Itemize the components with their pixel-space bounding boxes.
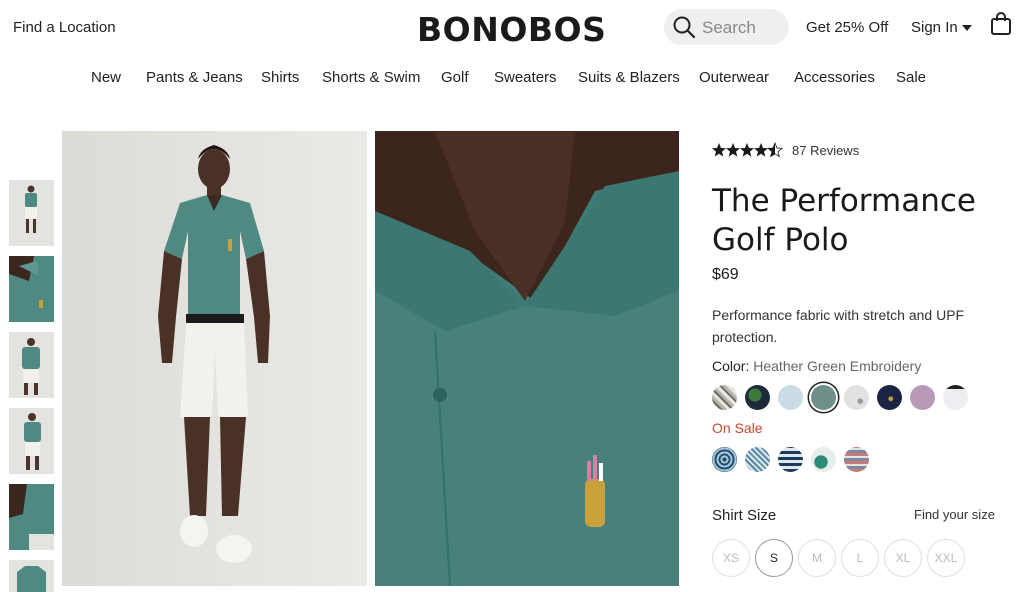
- thumbnail-image: [9, 332, 54, 398]
- nav-item-shirts[interactable]: Shirts: [261, 69, 299, 86]
- nav-item-accessories[interactable]: Accessories: [794, 69, 875, 86]
- star-icon: [754, 143, 768, 157]
- color-label-text: Color:: [712, 358, 750, 374]
- search-placeholder: Search: [702, 18, 756, 37]
- thumbnail-image: [9, 484, 54, 550]
- product-image-closeup[interactable]: [375, 131, 679, 586]
- color-swatch[interactable]: [712, 385, 737, 410]
- nav-item-suits-blazers[interactable]: Suits & Blazers: [578, 69, 680, 86]
- nav-item-shorts-swim[interactable]: Shorts & Swim: [322, 69, 420, 86]
- bag-icon[interactable]: [990, 12, 1012, 36]
- star-icon: [712, 143, 726, 157]
- star-icon: [767, 142, 783, 158]
- size-option-xl[interactable]: XL: [884, 539, 922, 577]
- product-title: The Performance Golf Polo: [712, 183, 976, 258]
- color-swatch[interactable]: [778, 385, 803, 410]
- thumbnail-image: [9, 560, 54, 592]
- product-thumbnail[interactable]: [9, 408, 54, 474]
- golf-bag-embroidery: [585, 455, 605, 527]
- product-thumbnail[interactable]: [9, 484, 54, 550]
- thumbnail-image: [9, 256, 54, 322]
- reviews-link[interactable]: 87 Reviews: [792, 143, 859, 158]
- color-swatch-selected[interactable]: [811, 385, 836, 410]
- color-swatch[interactable]: [877, 385, 902, 410]
- nav-item-golf[interactable]: Golf: [441, 69, 469, 86]
- thumbnail-image: [9, 408, 54, 474]
- thumbnail-image: [9, 180, 54, 246]
- star-icon: [740, 143, 754, 157]
- product-image-model[interactable]: [62, 131, 367, 586]
- shirt-size-label: Shirt Size: [712, 507, 777, 524]
- nav-item-sweaters[interactable]: Sweaters: [494, 69, 557, 86]
- product-thumbnail[interactable]: [9, 560, 54, 592]
- search-icon: [673, 16, 696, 39]
- nav-item-sale[interactable]: Sale: [896, 69, 926, 86]
- color-swatch[interactable]: [844, 385, 869, 410]
- star-icon: [726, 143, 740, 157]
- color-value: Heather Green Embroidery: [753, 358, 922, 374]
- sign-in-link[interactable]: Sign In: [911, 19, 958, 36]
- model-illustration: [62, 131, 367, 586]
- sale-color-swatch[interactable]: [844, 447, 869, 472]
- top-bar: Find a Location BONOBOS Search Get 25% O…: [0, 0, 1024, 56]
- nav-item-pants-jeans[interactable]: Pants & Jeans: [146, 69, 243, 86]
- promo-link[interactable]: Get 25% Off: [806, 19, 888, 36]
- product-description: Performance fabric with stretch and UPF …: [712, 307, 965, 345]
- rating-stars[interactable]: [712, 142, 784, 158]
- nav-item-outerwear[interactable]: Outerwear: [699, 69, 769, 86]
- main-nav: New Pants & Jeans Shirts Shorts & Swim G…: [0, 68, 1024, 90]
- product-thumbnail[interactable]: [9, 332, 54, 398]
- product-thumbnail[interactable]: [9, 256, 54, 322]
- sale-color-swatch[interactable]: [745, 447, 770, 472]
- find-your-size-link[interactable]: Find your size: [914, 507, 995, 522]
- logo[interactable]: BONOBOS: [417, 10, 606, 49]
- size-option-l[interactable]: L: [841, 539, 879, 577]
- product-price: $69: [712, 266, 739, 283]
- sale-color-swatch[interactable]: [778, 447, 803, 472]
- search-input[interactable]: Search: [664, 9, 789, 45]
- color-swatch[interactable]: [943, 385, 968, 410]
- find-location-link[interactable]: Find a Location: [13, 19, 116, 36]
- nav-item-new[interactable]: New: [91, 69, 121, 86]
- on-sale-label: On Sale: [712, 420, 763, 436]
- color-swatch[interactable]: [745, 385, 770, 410]
- color-label: Color: Heather Green Embroidery: [712, 358, 921, 374]
- sale-color-swatch[interactable]: [811, 447, 836, 472]
- color-swatch[interactable]: [910, 385, 935, 410]
- closeup-illustration: [375, 131, 679, 586]
- sale-color-swatch[interactable]: [712, 447, 737, 472]
- product-thumbnail[interactable]: [9, 180, 54, 246]
- size-option-s[interactable]: S: [755, 539, 793, 577]
- caret-down-icon[interactable]: [962, 25, 972, 31]
- size-option-xxl[interactable]: XXL: [927, 539, 965, 577]
- size-option-xs[interactable]: XS: [712, 539, 750, 577]
- size-option-m[interactable]: M: [798, 539, 836, 577]
